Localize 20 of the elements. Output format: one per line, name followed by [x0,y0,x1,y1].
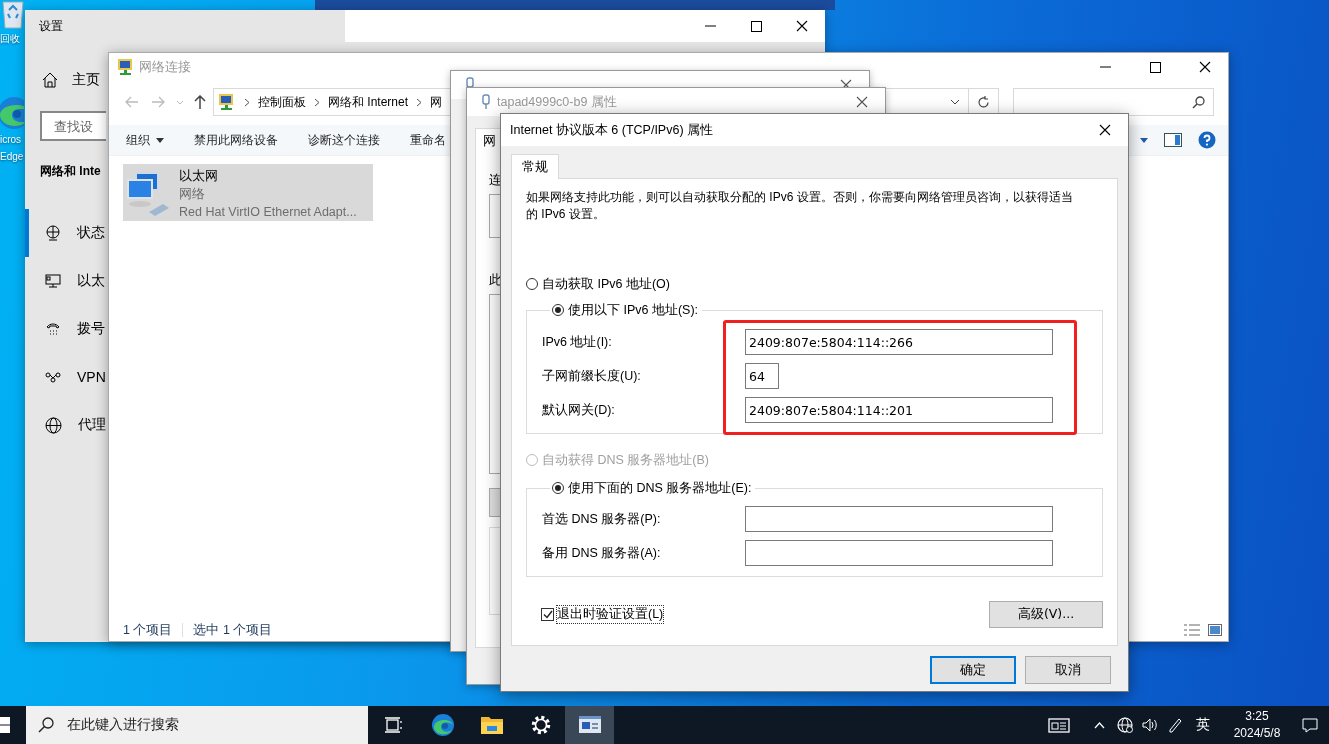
status-text: 1 个项目 [123,621,173,639]
status-text: 选中 1 个项目 [193,621,273,639]
window-title: 设置 [39,17,64,35]
field-label: IPv6 地址(I): [542,333,613,351]
window-title: tapad4999c0-b9 属性 [497,93,618,111]
desktop-icon-label: 回收 [0,32,20,46]
connection-status: 网络 [179,186,206,203]
field-label: 默认网关(D): [542,401,616,419]
description-text: 如果网络支持此功能，则可以自动获取分配的 IPv6 设置。否则，你需要向网络管理员咨询，以获得适当的 IPv6 设置。 [526,189,1074,223]
field-label: 首选 DNS 服务器(P): [542,510,662,528]
connection-name: 以太网 [179,168,219,185]
desktop-icon-label: icros [0,133,22,147]
section-heading: 网络和 Inte [40,163,101,180]
field-label: 备用 DNS 服务器(A): [542,544,662,562]
field-label: 连 [489,172,502,189]
field-label: 子网前缀长度(U): [542,367,642,385]
dialog-title: Internet 协议版本 6 (TCP/IPv6) 属性 [510,121,715,139]
window-title: 网络连接 [139,58,192,76]
desktop-icon-label: Edge [0,150,24,164]
adapter-name: Red Hat VirtIO Ethernet Adapt... [179,204,357,221]
